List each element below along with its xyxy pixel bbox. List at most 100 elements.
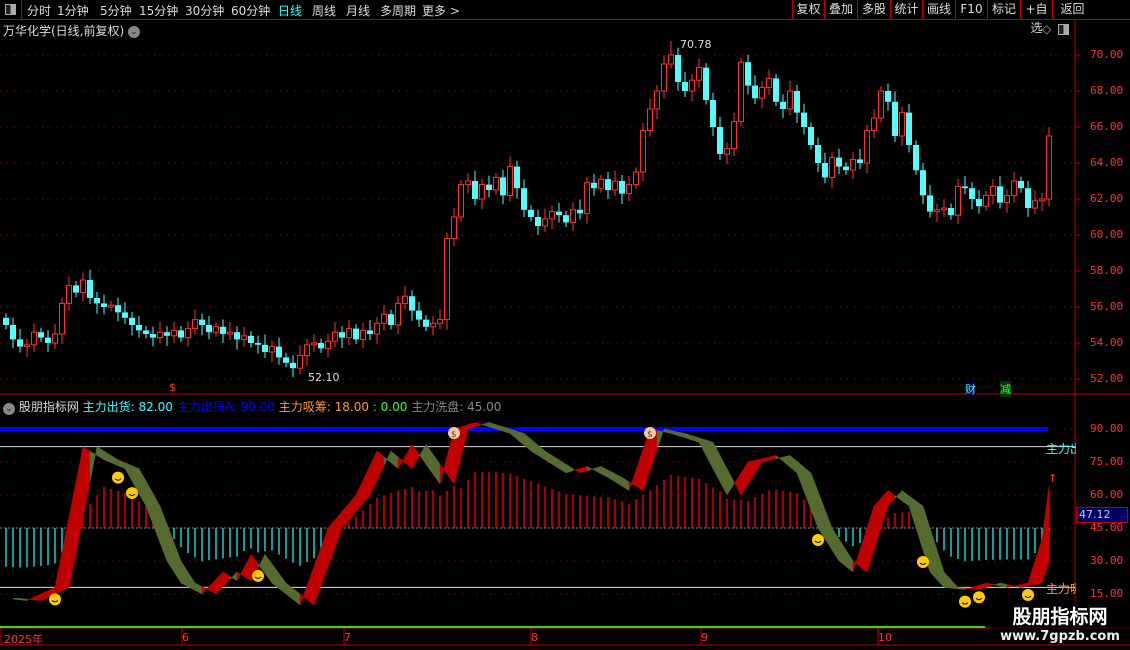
candle-body xyxy=(647,108,653,132)
candle-body xyxy=(73,285,79,293)
candle-body xyxy=(45,337,51,343)
indicator-band xyxy=(173,542,182,584)
candle-body xyxy=(843,166,849,171)
indicator-band xyxy=(999,582,1008,588)
indicator-band xyxy=(432,453,441,485)
indicator-band xyxy=(558,459,567,474)
indicator-band xyxy=(565,463,574,474)
smiley-icon xyxy=(959,595,971,608)
candle-body xyxy=(591,182,597,189)
indicator-band xyxy=(726,468,735,496)
indicator-band xyxy=(397,455,406,470)
legend-in: 主力吸筹: 18.00 xyxy=(278,400,369,414)
candle-body xyxy=(633,171,639,186)
candle-body xyxy=(871,117,877,132)
indicator-band xyxy=(593,466,602,475)
indicator-band xyxy=(138,467,147,507)
candle-body xyxy=(941,207,947,211)
candle-body xyxy=(101,303,107,307)
candle-body xyxy=(395,302,401,326)
indicator-band xyxy=(845,549,854,573)
candle-body xyxy=(374,322,380,335)
candle-body xyxy=(927,195,933,212)
indicator-band xyxy=(159,505,168,562)
price-tick-label: 56.00 xyxy=(1090,300,1124,313)
indicator-band xyxy=(824,509,833,551)
candle-body xyxy=(773,78,779,102)
indicator-band xyxy=(82,446,91,518)
price-tick-label: 52.00 xyxy=(1090,372,1124,385)
date-10: 10 xyxy=(878,631,892,644)
finance-marker[interactable]: 财 xyxy=(965,381,976,397)
candle-body xyxy=(206,325,212,333)
indicator-band xyxy=(747,460,756,485)
candle-body xyxy=(934,209,940,213)
indicator-band xyxy=(180,560,189,588)
candle-body xyxy=(87,280,93,298)
indicator-band xyxy=(40,590,49,601)
high-price-label: 70.78 xyxy=(680,38,712,51)
candle-body xyxy=(703,67,709,100)
indicator-band xyxy=(880,489,889,529)
candle-body xyxy=(1046,135,1052,200)
candle-body xyxy=(857,159,863,163)
indicator-band xyxy=(481,422,490,428)
candle-body xyxy=(248,335,254,343)
candle-body xyxy=(31,331,37,346)
indicator-tick-label: 60.00 xyxy=(1090,488,1124,501)
candle-body xyxy=(178,330,184,338)
up-arrow-icon: ↑ xyxy=(1048,472,1057,485)
smiley-icon xyxy=(252,569,264,582)
candle-body xyxy=(717,127,723,154)
right-label-out: 主力出 xyxy=(1046,442,1076,456)
indicator-band xyxy=(859,527,868,573)
candle-body xyxy=(143,330,149,334)
candle-body xyxy=(955,185,961,216)
indicator-band xyxy=(712,442,721,482)
candle-body xyxy=(801,112,807,127)
reduce-marker[interactable]: 减 xyxy=(1000,381,1011,397)
indicator-band xyxy=(551,454,560,470)
candle-body xyxy=(808,127,814,145)
smiley-icon xyxy=(112,471,124,484)
indicator-band xyxy=(26,596,35,601)
indicator-band xyxy=(320,527,329,586)
indicator-band xyxy=(572,468,581,474)
indicator-name[interactable]: 股朋指标网 xyxy=(19,400,79,414)
indicator-band xyxy=(929,527,938,581)
candle-body xyxy=(521,188,527,210)
candle-body xyxy=(619,181,625,194)
indicator-band xyxy=(145,480,154,525)
candle-body xyxy=(976,199,982,207)
kline-chart[interactable]: ↑ $ $ xyxy=(0,0,1130,650)
indicator-band xyxy=(474,422,483,428)
indicator-band xyxy=(19,598,28,601)
indicator-band xyxy=(586,465,595,472)
indicator-tick-label: 90.00 xyxy=(1090,422,1124,435)
candle-body xyxy=(283,357,289,363)
indicator-band xyxy=(950,579,959,590)
indicator-band xyxy=(411,443,420,470)
candle-body xyxy=(332,331,338,342)
candle-body xyxy=(913,145,919,171)
candle-body xyxy=(906,112,912,145)
candle-body xyxy=(220,326,226,334)
indicator-band xyxy=(229,571,238,582)
collapse-icon[interactable]: ⌄ xyxy=(3,403,15,415)
indicator-band xyxy=(705,439,714,469)
indicator-band xyxy=(33,593,42,601)
indicator-band xyxy=(1041,486,1050,584)
indicator-band xyxy=(908,495,917,529)
indicator-band xyxy=(390,450,399,470)
candle-body xyxy=(171,329,177,337)
candle-body xyxy=(528,209,534,217)
indicator-band xyxy=(68,481,77,588)
indicator-band xyxy=(236,567,245,581)
candle-body xyxy=(325,340,331,349)
money-bag-symbol: $ xyxy=(451,430,457,440)
candle-body xyxy=(822,163,828,178)
indicator-band xyxy=(96,446,105,461)
dollar-marker[interactable]: $ xyxy=(169,381,176,394)
candle-body xyxy=(465,180,471,186)
candle-body xyxy=(1018,181,1024,189)
